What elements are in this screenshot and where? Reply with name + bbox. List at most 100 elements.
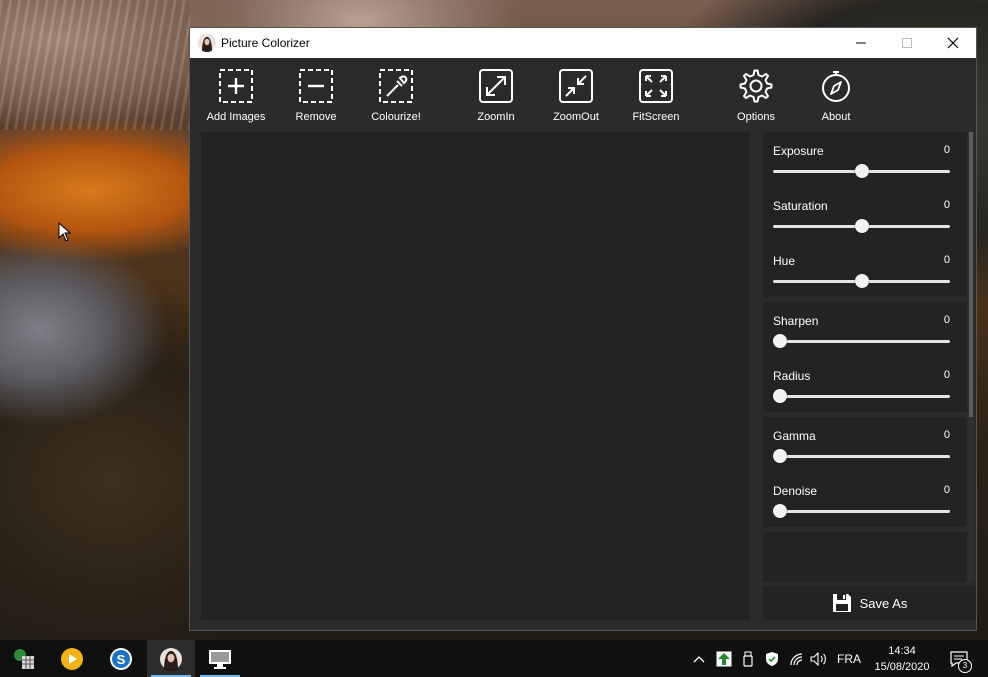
saturation-label: Saturation (773, 199, 828, 213)
hue-value: 0 (943, 254, 950, 266)
tray-wifi-button[interactable] (786, 640, 808, 677)
remove-button[interactable]: Remove (276, 58, 356, 130)
sharpen-slider-row: Sharpen 0 (763, 302, 967, 357)
radius-label: Radius (773, 369, 811, 383)
taskbar-app-spreadsheet[interactable] (0, 640, 48, 677)
media-player-icon (61, 647, 83, 670)
options-button[interactable]: Options (716, 58, 796, 130)
radius-slider-track[interactable] (773, 395, 950, 398)
monitor-app-icon (209, 649, 231, 669)
floppy-disk-icon (832, 594, 851, 612)
show-hidden-icons-button[interactable] (688, 640, 710, 677)
sharpen-slider-thumb[interactable] (773, 334, 787, 348)
about-button[interactable]: About (796, 58, 876, 130)
save-as-button[interactable]: Save As (763, 586, 976, 620)
tray-security-button[interactable] (760, 640, 784, 677)
add-images-label: Add Images (206, 111, 266, 123)
zoom-out-button[interactable]: ZoomOut (536, 58, 616, 130)
app-avatar-icon (198, 34, 216, 52)
notification-center-button[interactable]: 3 (944, 640, 974, 677)
fit-screen-label: FitScreen (632, 111, 680, 123)
app-window: Picture Colorizer Add Images Remove Colo… (190, 28, 976, 630)
toolbar: Add Images Remove Colourize! ZoomIn Zoom… (190, 58, 976, 130)
adjustment-group-sharpness: Sharpen 0 Radius 0 (763, 302, 967, 412)
shield-icon (766, 651, 778, 666)
denoise-slider-thumb[interactable] (773, 504, 787, 518)
saturation-slider-thumb[interactable] (854, 219, 869, 233)
svg-text:S: S (117, 652, 126, 667)
exposure-value: 0 (943, 144, 950, 156)
exposure-label: Exposure (773, 144, 824, 158)
panel-scrollbar-thumb[interactable] (969, 132, 973, 417)
taskbar-app-media-player[interactable] (48, 640, 96, 677)
adjustment-group-tone: Gamma 0 Denoise 0 (763, 417, 967, 527)
zoom-in-button[interactable]: ZoomIn (456, 58, 536, 130)
denoise-label: Denoise (773, 484, 818, 498)
fit-screen-button[interactable]: FitScreen (616, 58, 696, 130)
colourize-label: Colourize! (371, 111, 421, 123)
mouse-cursor-icon (58, 222, 72, 242)
radius-slider-thumb[interactable] (773, 389, 787, 403)
sharpen-slider-track[interactable] (773, 340, 950, 343)
panel-empty-area (763, 532, 967, 582)
denoise-value: 0 (943, 484, 950, 496)
panel-scrollbar[interactable] (968, 132, 974, 582)
taskbar-app-s[interactable]: S (97, 640, 145, 677)
colourize-button[interactable]: Colourize! (356, 58, 436, 130)
wallpaper-texture (0, 0, 190, 130)
zoom-in-icon (479, 69, 513, 103)
hue-slider-row: Hue 0 (763, 242, 967, 297)
taskbar-app-monitor[interactable] (196, 640, 244, 677)
close-button[interactable] (930, 28, 976, 58)
gamma-slider-track[interactable] (773, 455, 950, 458)
title-bar[interactable]: Picture Colorizer (190, 28, 976, 58)
gamma-slider-thumb[interactable] (773, 449, 787, 463)
radius-slider-row: Radius 0 (763, 357, 967, 412)
upload-arrow-icon (716, 651, 732, 666)
window-title: Picture Colorizer (221, 36, 310, 50)
sharpen-value: 0 (943, 314, 950, 326)
fit-screen-icon (639, 69, 673, 103)
clock-button[interactable]: 14:34 15/08/2020 (866, 640, 938, 677)
usb-drive-icon (743, 651, 753, 667)
gear-icon (739, 69, 773, 103)
compass-icon (822, 71, 850, 102)
exposure-slider-thumb[interactable] (854, 164, 869, 178)
about-label: About (821, 111, 851, 123)
hue-slider-thumb[interactable] (854, 274, 869, 288)
zoom-out-label: ZoomOut (553, 111, 599, 123)
tray-usb-button[interactable] (738, 640, 758, 677)
denoise-slider-row: Denoise 0 (763, 472, 967, 527)
notification-count-badge: 3 (958, 659, 972, 673)
exposure-slider-row: Exposure 0 (763, 132, 967, 187)
remove-label: Remove (295, 111, 337, 123)
saturation-slider-row: Saturation 0 (763, 187, 967, 242)
maximize-button[interactable] (884, 28, 930, 58)
clock-time: 14:34 (888, 644, 916, 657)
hue-label: Hue (773, 254, 796, 268)
picture-colorizer-app-icon (160, 647, 182, 671)
add-images-icon (219, 69, 253, 103)
options-label: Options (737, 111, 775, 123)
input-language-button[interactable]: FRA (834, 640, 864, 677)
clock-date: 15/08/2020 (874, 660, 930, 673)
add-images-button[interactable]: Add Images (196, 58, 276, 130)
gamma-slider-row: Gamma 0 (763, 417, 967, 472)
saturation-value: 0 (943, 199, 950, 211)
chevron-up-icon (693, 655, 705, 662)
save-as-label: Save As (859, 595, 908, 611)
language-label: FRA (837, 651, 861, 666)
gamma-label: Gamma (773, 429, 816, 443)
denoise-slider-track[interactable] (773, 510, 950, 513)
remove-icon (299, 69, 333, 103)
spreadsheet-app-icon (14, 648, 34, 669)
speaker-icon (810, 651, 826, 666)
colourize-icon (379, 69, 413, 103)
radius-value: 0 (943, 369, 950, 381)
tray-volume-button[interactable] (808, 640, 830, 677)
minimize-button[interactable] (838, 28, 884, 58)
zoom-out-icon (559, 69, 593, 103)
image-canvas[interactable] (201, 132, 750, 620)
tray-update-icon-button[interactable] (712, 640, 736, 677)
taskbar-app-picture-colorizer[interactable] (147, 640, 195, 677)
